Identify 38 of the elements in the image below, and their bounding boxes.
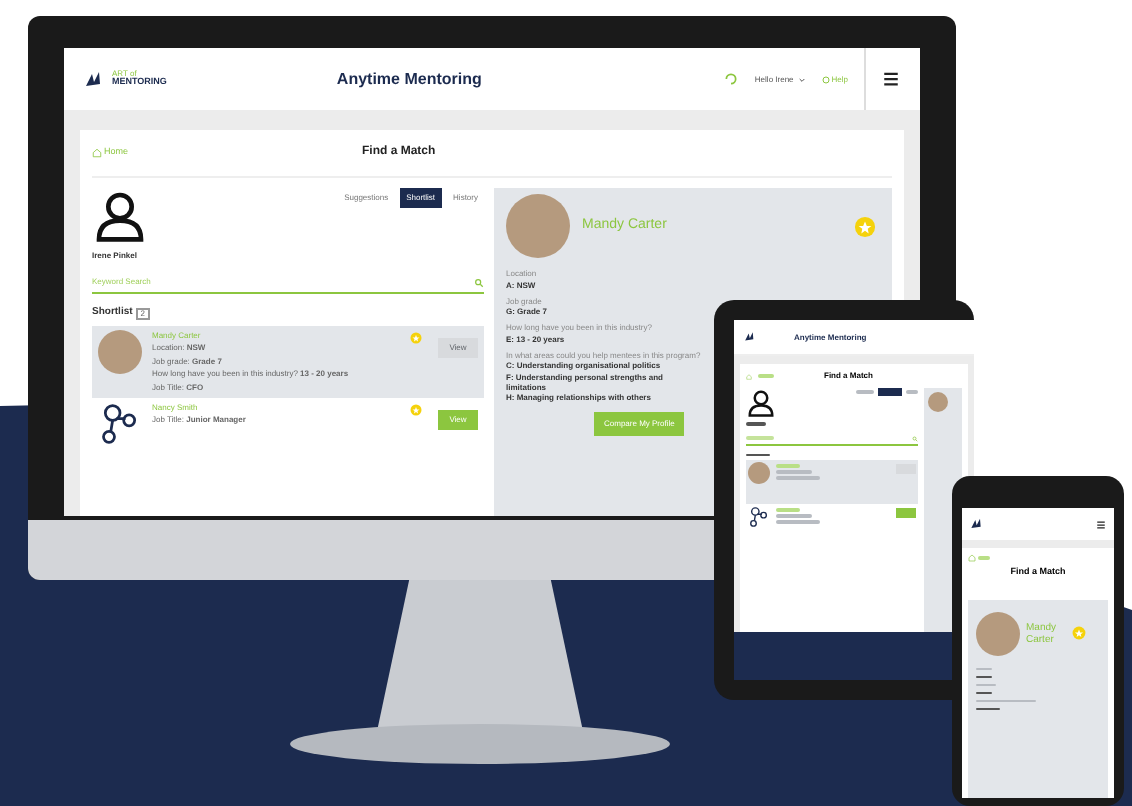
search-icon bbox=[474, 277, 484, 287]
birds-icon bbox=[970, 516, 986, 532]
birds-icon bbox=[744, 330, 758, 344]
search-icon bbox=[912, 435, 918, 441]
text-line bbox=[776, 520, 820, 523]
text-line bbox=[776, 508, 800, 511]
text-line bbox=[746, 422, 766, 425]
text-line bbox=[746, 436, 774, 440]
home-icon bbox=[92, 148, 102, 158]
menu-icon bbox=[1096, 519, 1106, 529]
photo-placeholder bbox=[928, 392, 948, 412]
text-line bbox=[776, 476, 820, 479]
text-line bbox=[856, 390, 874, 394]
network-icon bbox=[98, 401, 142, 445]
text-line bbox=[976, 707, 1000, 711]
text-line bbox=[776, 514, 812, 517]
text-line bbox=[776, 470, 812, 473]
home-icon bbox=[968, 554, 976, 562]
search-field[interactable] bbox=[746, 435, 918, 445]
photo-placeholder bbox=[976, 611, 1020, 656]
menu-icon bbox=[882, 70, 900, 88]
user-icon bbox=[746, 388, 776, 418]
text-line bbox=[976, 683, 996, 687]
match-row[interactable] bbox=[746, 460, 918, 504]
caret-icon bbox=[797, 75, 806, 83]
menu-button[interactable] bbox=[864, 48, 900, 110]
text-line bbox=[776, 464, 800, 467]
text-line bbox=[976, 699, 1036, 703]
user-icon bbox=[92, 188, 148, 244]
text-line bbox=[746, 453, 770, 456]
refresh-icon bbox=[724, 72, 739, 86]
photo-placeholder bbox=[748, 462, 770, 484]
help-icon bbox=[821, 75, 830, 83]
photo-placeholder bbox=[506, 194, 570, 258]
network-icon bbox=[748, 506, 770, 528]
home-icon bbox=[746, 373, 752, 379]
app-title: Anytime Mentoring bbox=[336, 67, 482, 91]
photo-placeholder bbox=[98, 329, 142, 373]
